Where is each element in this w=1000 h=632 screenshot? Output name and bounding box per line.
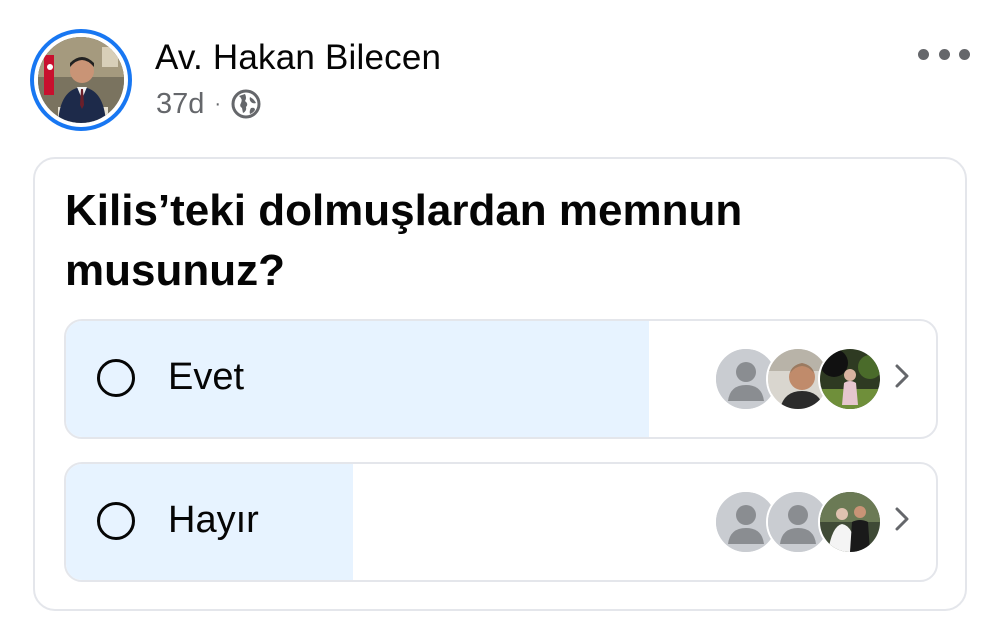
voter-photo-avatar: [818, 347, 882, 411]
globe-icon[interactable]: [231, 89, 261, 119]
radio-button[interactable]: [97, 502, 135, 540]
chevron-right-icon[interactable]: [892, 361, 912, 391]
post-header: Av. Hakan Bilecen 37d ·: [0, 0, 1000, 150]
author-name[interactable]: Av. Hakan Bilecen: [155, 38, 441, 78]
author-avatar[interactable]: [30, 29, 132, 131]
voter-avatars[interactable]: [714, 490, 884, 554]
voter-photo-avatar: [818, 490, 882, 554]
author-photo: [38, 37, 124, 123]
voter-avatars[interactable]: [714, 347, 884, 411]
post-time[interactable]: 37d: [156, 88, 204, 121]
radio-button[interactable]: [97, 359, 135, 397]
poll-option-hayir[interactable]: Hayır: [64, 462, 938, 582]
chevron-right-icon[interactable]: [892, 504, 912, 534]
option-label: Hayır: [168, 499, 259, 541]
poll-card: Kilis’teki dolmuşlardan memnun musunuz? …: [33, 157, 967, 611]
post-meta: 37d ·: [156, 86, 261, 122]
poll-option-evet[interactable]: Evet: [64, 319, 938, 439]
poll-question: Kilis’teki dolmuşlardan memnun musunuz?: [65, 186, 743, 295]
more-options-icon[interactable]: [918, 40, 970, 68]
option-label: Evet: [168, 356, 245, 398]
vote-fill-bar: [66, 321, 649, 437]
meta-separator: ·: [214, 92, 222, 115]
